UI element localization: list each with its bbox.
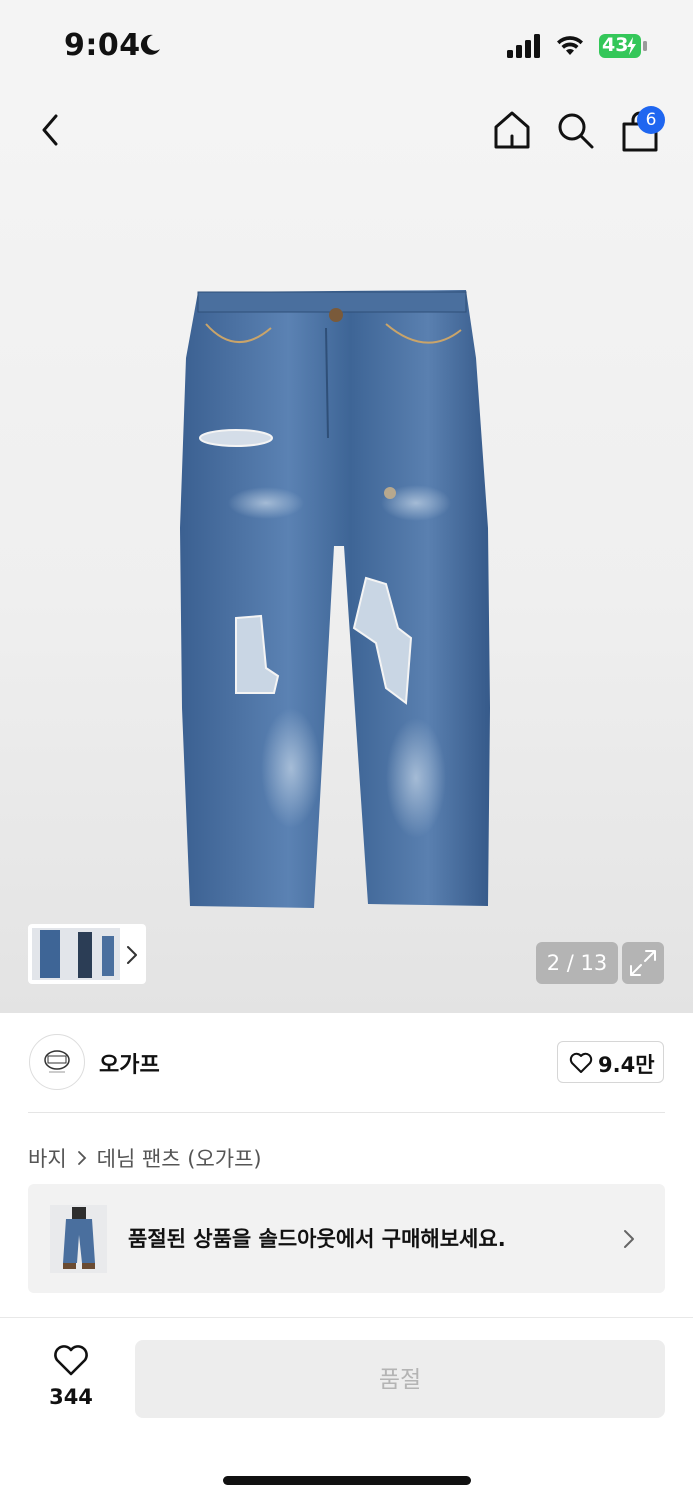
expand-icon [630,950,656,976]
soldout-button[interactable]: 품절 [135,1340,665,1418]
divider [0,1317,693,1318]
heart-icon[interactable] [52,1343,90,1377]
heart-icon [569,1052,593,1073]
status-time: 9:04 [64,28,141,63]
thumbnail-image[interactable] [32,928,120,980]
chevron-left-icon[interactable] [34,110,66,150]
breadcrumb-category[interactable]: 바지 [28,1143,67,1173]
breadcrumb: 바지 데님 팬츠 (오가프) [28,1143,262,1173]
search-icon[interactable] [555,110,595,150]
wish-count: 344 [49,1385,93,1409]
brand-name[interactable]: 오가프 [99,1047,160,1079]
brand-logo[interactable] [29,1034,85,1090]
chevron-right-icon[interactable] [124,944,140,966]
wifi-icon [557,36,583,55]
chevron-right-icon [624,1230,634,1248]
battery-level: 43 [602,34,629,56]
moon-icon [140,34,160,55]
expand-button[interactable] [622,942,664,984]
home-indicator[interactable] [223,1476,471,1485]
banner-text: 품절된 상품을 솔드아웃에서 구매해보세요. [128,1227,506,1251]
banner-product-image [50,1205,107,1273]
image-counter: 2 / 13 [536,942,618,984]
divider [28,1112,665,1113]
breadcrumb-subcategory[interactable]: 데님 팬츠 (오가프) [97,1143,262,1173]
cart-count-badge: 6 [637,106,665,134]
brand-like-count: 9.4만 [598,1053,655,1077]
chevron-right-icon [77,1151,86,1165]
signal-icon [507,34,540,58]
product-image [180,290,490,908]
home-icon[interactable] [490,108,534,152]
